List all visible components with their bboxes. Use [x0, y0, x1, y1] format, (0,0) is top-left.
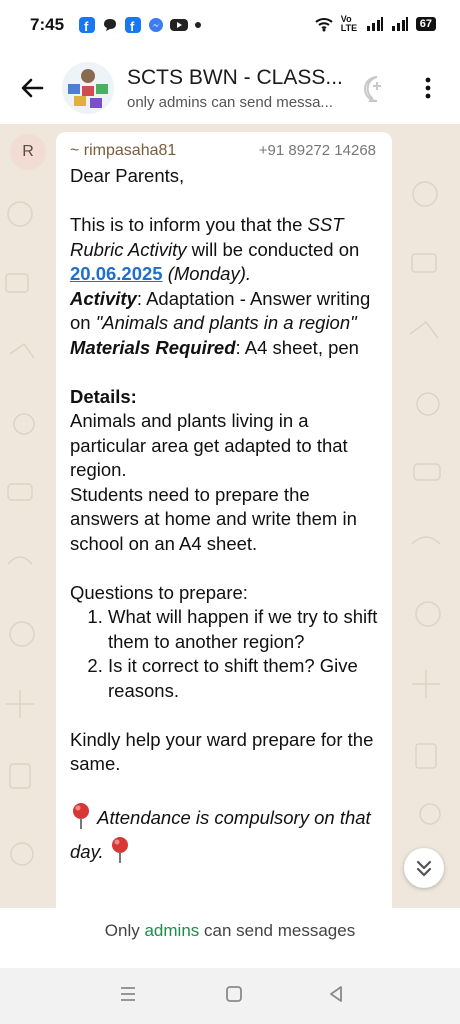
- system-status: Vo LTE 67: [314, 15, 436, 33]
- materials-text: : A4 sheet, pen: [235, 336, 359, 358]
- admins-link[interactable]: admins: [144, 921, 199, 940]
- volte-label: Vo LTE: [340, 14, 358, 33]
- messenger-icon: [149, 18, 163, 32]
- question-item: What will happen if we try to shift them…: [108, 605, 378, 654]
- chat-notification-icon: [104, 19, 116, 31]
- arrow-left-icon[interactable]: [18, 74, 46, 102]
- day-text: (Monday).: [162, 263, 252, 284]
- scroll-to-bottom-button[interactable]: [404, 848, 444, 888]
- questions-label: Questions to prepare:: [70, 581, 248, 603]
- activity-label: Activity: [70, 287, 137, 309]
- sender-avatar[interactable]: R: [10, 134, 46, 170]
- intro-text-1: This is to inform you that the: [70, 214, 308, 235]
- footer-text-after: can send messages: [199, 921, 356, 940]
- details-label: Details:: [70, 385, 137, 407]
- signal-icon: [366, 17, 383, 31]
- questions-list: What will happen if we try to shift them…: [70, 605, 378, 703]
- group-avatar-image: [62, 62, 114, 114]
- question-item: Is it correct to shift them? Give reason…: [108, 654, 378, 703]
- date-link[interactable]: 20.06.2025: [70, 263, 163, 284]
- recents-menu-icon[interactable]: [118, 984, 138, 1004]
- chat-header: SCTS BWN - CLASS... only admins can send…: [0, 52, 460, 124]
- message-text: Dear Parents, This is to inform you that…: [70, 164, 378, 869]
- facebook-icon-2: f: [125, 17, 141, 34]
- closing-text: Kindly help your ward prepare for the sa…: [70, 728, 374, 775]
- details-text-2: Students need to prepare the answers at …: [70, 483, 357, 554]
- footer-text-before: Only: [104, 921, 145, 940]
- facebook-icon: f: [79, 17, 95, 34]
- chat-title[interactable]: SCTS BWN - CLASS...: [127, 66, 343, 90]
- round-pushpin-icon-2: [111, 837, 128, 863]
- group-avatar[interactable]: [62, 62, 114, 114]
- status-time: 7:45: [30, 15, 65, 34]
- details-text-1: Animals and plants living in a particula…: [70, 410, 348, 480]
- sender-name[interactable]: ~ rimpasaha81: [70, 142, 176, 160]
- status-bar: 7:45 f f Vo LTE 67: [0, 0, 460, 52]
- admins-only-banner: Only admins can send messages: [0, 908, 460, 968]
- round-pushpin-icon: [73, 803, 89, 829]
- message-bubble[interactable]: ~ rimpasaha81 +91 89272 14268 Dear Paren…: [56, 132, 392, 908]
- greeting: Dear Parents,: [70, 165, 185, 186]
- add-call-icon[interactable]: [362, 74, 392, 104]
- wifi-icon: [315, 18, 333, 32]
- chat-area[interactable]: R ~ rimpasaha81 +91 89272 14268 Dear Par…: [0, 124, 460, 908]
- home-square-icon[interactable]: [224, 984, 244, 1004]
- chat-subtitle[interactable]: only admins can send messa...: [127, 94, 333, 111]
- activity-topic: "Animals and plants in a region": [95, 312, 357, 333]
- sender-row: ~ rimpasaha81 +91 89272 14268: [70, 140, 378, 164]
- battery-indicator: 67: [415, 17, 436, 31]
- sender-phone[interactable]: +91 89272 14268: [259, 142, 376, 159]
- dot-icon: [195, 22, 201, 28]
- more-vertical-icon[interactable]: [422, 76, 434, 100]
- svg-text:f: f: [130, 19, 135, 34]
- system-nav-bar: [0, 968, 460, 1024]
- attendance-line: Attendance is compulsory on that day.: [70, 801, 378, 869]
- youtube-icon: [170, 19, 188, 31]
- notification-icons: f f: [78, 16, 202, 34]
- back-triangle-icon[interactable]: [326, 984, 346, 1004]
- intro-text-2: will be conducted on: [186, 238, 360, 260]
- signal-icon-2: [391, 17, 408, 31]
- intro-paragraph: This is to inform you that the SST Rubri…: [70, 213, 378, 287]
- activity-line: Activity: Adaptation - Answer writing on…: [70, 287, 378, 336]
- materials-line: Materials Required: A4 sheet, pen: [70, 336, 378, 361]
- double-chevron-down-icon: [416, 860, 432, 877]
- materials-label: Materials Required: [70, 336, 236, 358]
- svg-text:f: f: [84, 19, 89, 34]
